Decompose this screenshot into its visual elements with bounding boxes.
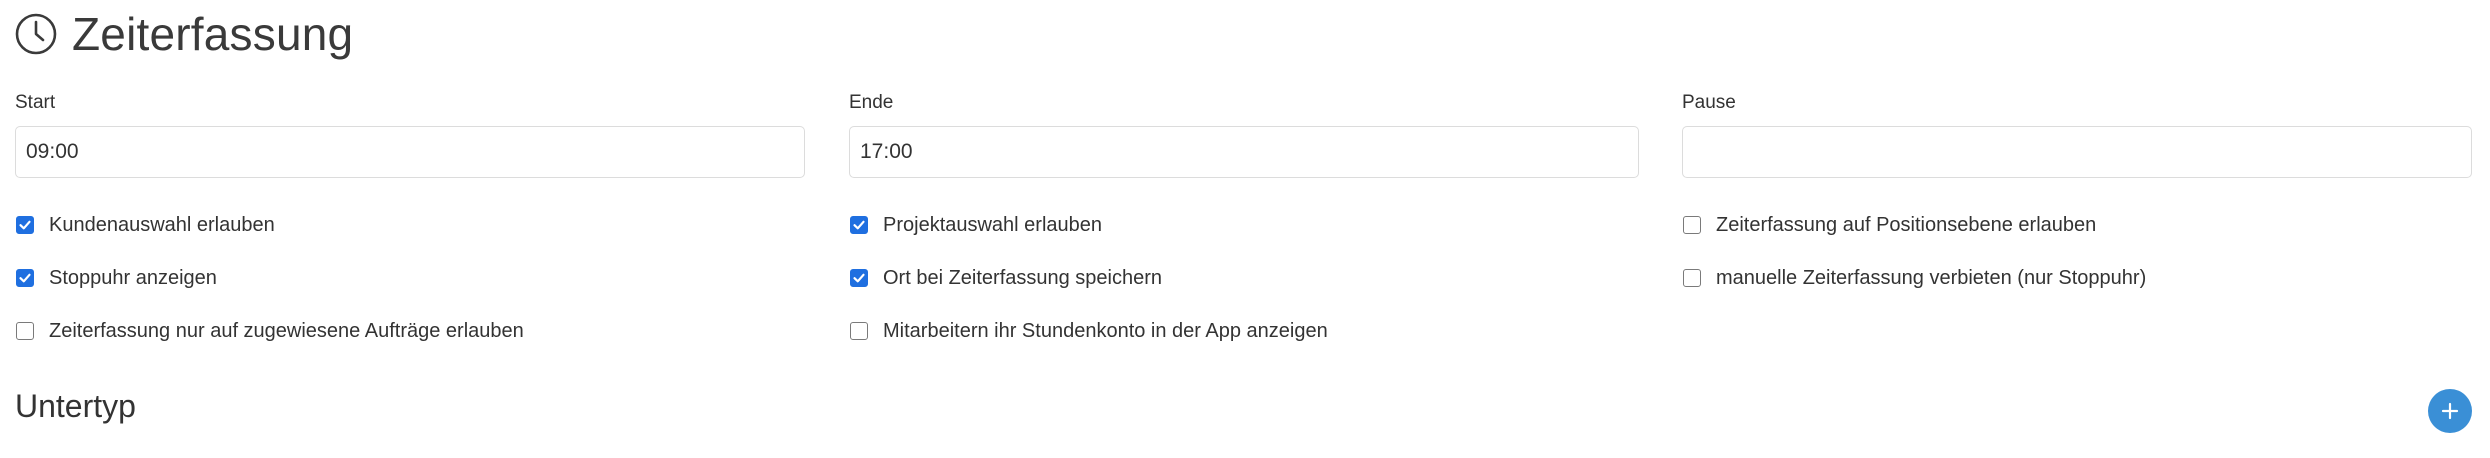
start-label: Start — [15, 92, 56, 113]
end-input[interactable] — [849, 126, 1639, 178]
checkbox-checked[interactable] — [850, 269, 868, 287]
clock-icon — [14, 12, 58, 56]
option-show-hour-account[interactable]: Mitarbeitern ihr Stundenkonto in der App… — [850, 318, 1328, 344]
end-field-group: Ende — [849, 90, 1639, 178]
page-title: Zeiterfassung — [72, 8, 354, 60]
subtype-title: Untertyp — [15, 388, 136, 424]
option-label: Zeiterfassung nur auf zugewiesene Aufträ… — [49, 319, 524, 342]
checkbox-checked[interactable] — [16, 216, 34, 234]
checkbox-unchecked[interactable] — [1683, 269, 1701, 287]
option-show-stopwatch[interactable]: Stoppuhr anzeigen — [16, 265, 217, 291]
pause-field-group: Pause — [1682, 90, 2472, 178]
pause-input[interactable] — [1682, 126, 2472, 178]
add-subtype-button[interactable] — [2428, 389, 2472, 433]
option-label: Kundenauswahl erlauben — [49, 213, 275, 236]
checkbox-checked[interactable] — [850, 216, 868, 234]
checkbox-unchecked[interactable] — [1683, 216, 1701, 234]
start-input[interactable] — [15, 126, 805, 178]
option-forbid-manual[interactable]: manuelle Zeiterfassung verbieten (nur St… — [1683, 265, 2146, 291]
start-field-group: Start — [15, 90, 805, 178]
pause-label: Pause — [1682, 92, 1736, 113]
checkbox-unchecked[interactable] — [850, 322, 868, 340]
page-header: Zeiterfassung — [14, 8, 353, 60]
option-label: Ort bei Zeiterfassung speichern — [883, 266, 1163, 289]
option-position-level[interactable]: Zeiterfassung auf Positionsebene erlaube… — [1683, 212, 2096, 238]
option-save-location[interactable]: Ort bei Zeiterfassung speichern — [850, 265, 1162, 291]
option-label: manuelle Zeiterfassung verbieten (nur St… — [1716, 266, 2147, 289]
option-customer-selection[interactable]: Kundenauswahl erlauben — [16, 212, 275, 238]
option-label: Stoppuhr anzeigen — [49, 266, 217, 289]
option-label: Mitarbeitern ihr Stundenkonto in der App… — [883, 319, 1328, 342]
checkbox-unchecked[interactable] — [16, 322, 34, 340]
checkbox-checked[interactable] — [16, 269, 34, 287]
option-assigned-orders-only[interactable]: Zeiterfassung nur auf zugewiesene Aufträ… — [16, 318, 524, 344]
option-project-selection[interactable]: Projektauswahl erlauben — [850, 212, 1102, 238]
option-label: Projektauswahl erlauben — [883, 213, 1103, 236]
plus-icon — [2441, 402, 2459, 420]
end-label: Ende — [849, 92, 894, 113]
option-label: Zeiterfassung auf Positionsebene erlaube… — [1716, 213, 2097, 236]
